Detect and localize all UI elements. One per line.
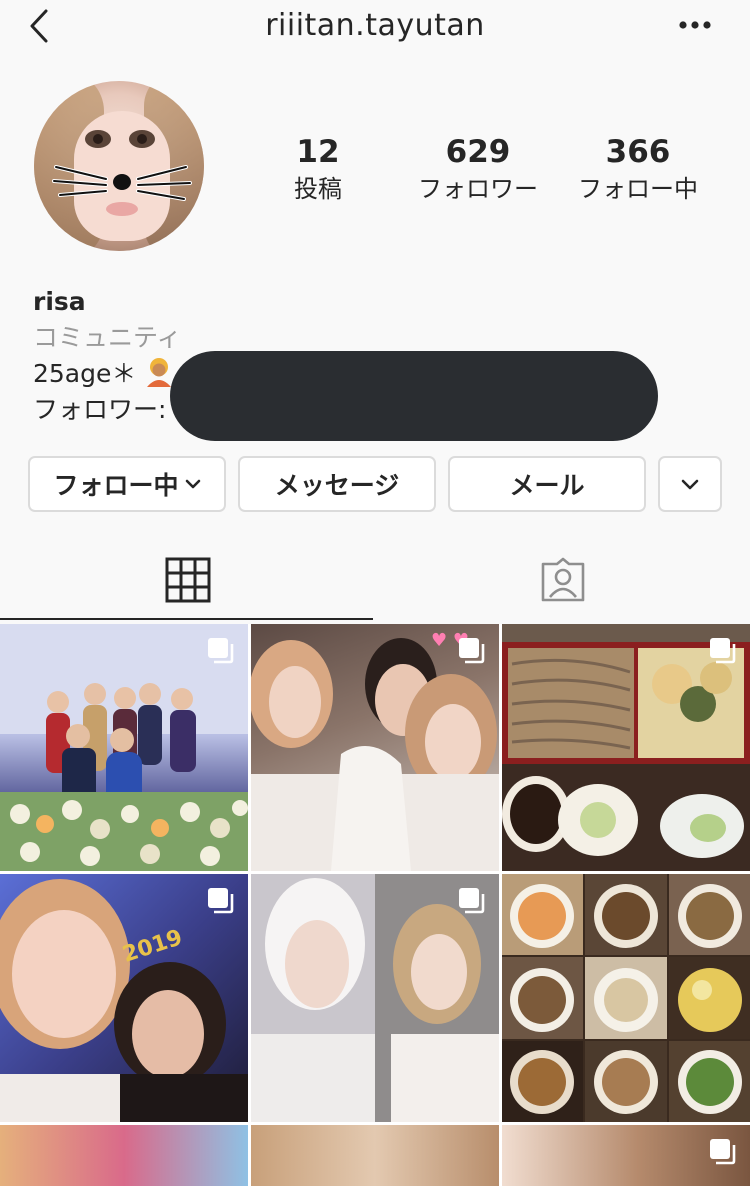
message-button-label: メッセージ bbox=[274, 471, 400, 500]
bio-followers-prefix: フォロワー: bbox=[33, 395, 167, 424]
multiple-photos-icon bbox=[208, 888, 234, 914]
email-button[interactable]: メール bbox=[448, 456, 646, 512]
profile-tabs bbox=[0, 540, 750, 620]
chevron-down-icon bbox=[681, 479, 699, 489]
profile-username-title: riiitan.tayutan bbox=[265, 8, 485, 43]
message-button[interactable]: メッセージ bbox=[238, 456, 436, 512]
post-partial-3[interactable] bbox=[502, 1125, 750, 1186]
chevron-down-icon bbox=[185, 479, 200, 489]
person-emoji bbox=[147, 358, 172, 387]
stat-posts[interactable]: 12 投稿 bbox=[238, 132, 398, 206]
multiple-photos-icon bbox=[208, 638, 234, 664]
post-wedding-group[interactable] bbox=[0, 624, 248, 871]
tab-tagged[interactable] bbox=[375, 540, 750, 620]
multiple-photos-icon bbox=[459, 638, 485, 664]
post-grid: ♥ ♥ 2019 bbox=[0, 624, 750, 1186]
stat-following-count: 366 bbox=[605, 134, 671, 170]
profile-avatar[interactable] bbox=[34, 81, 204, 251]
post-new-year-selfie[interactable]: 2019 bbox=[0, 874, 248, 1122]
stat-followers[interactable]: 629 フォロワー bbox=[398, 132, 558, 206]
stat-followers-count: 629 bbox=[445, 134, 511, 170]
post-partial-2[interactable] bbox=[251, 1125, 499, 1186]
multiple-photos-icon bbox=[710, 1139, 736, 1165]
stat-following[interactable]: 366 フォロー中 bbox=[558, 132, 718, 206]
multiple-photos-icon bbox=[710, 638, 736, 664]
redaction-overlay bbox=[170, 351, 658, 441]
grid-icon bbox=[165, 557, 210, 603]
tab-grid[interactable] bbox=[0, 540, 375, 620]
bio-line-1: 25age＊ bbox=[33, 356, 182, 392]
following-button[interactable]: フォロー中 bbox=[28, 456, 226, 512]
suggested-accounts-dropdown-button[interactable] bbox=[658, 456, 722, 512]
stat-followers-label: フォロワー bbox=[418, 175, 538, 203]
post-ramen-collage-image bbox=[502, 874, 750, 1122]
tagged-person-icon bbox=[541, 557, 584, 602]
post-partial-1[interactable] bbox=[0, 1125, 248, 1186]
profile-display-name: risa bbox=[33, 287, 86, 316]
bio-age-text: 25age＊ bbox=[33, 359, 137, 388]
top-bar: riiitan.tayutan bbox=[0, 0, 750, 56]
stat-posts-count: 12 bbox=[296, 134, 340, 170]
multiple-photos-icon bbox=[459, 888, 485, 914]
active-tab-indicator bbox=[0, 618, 373, 620]
more-horizontal-icon[interactable] bbox=[678, 18, 712, 32]
stat-posts-label: 投稿 bbox=[294, 175, 342, 203]
profile-bio: risa コミュニティ 25age＊ フォロワー: bbox=[33, 284, 182, 428]
avatar-cat-filter bbox=[52, 130, 192, 216]
stat-following-label: フォロー中 bbox=[578, 175, 698, 203]
post-soba-tempura[interactable] bbox=[502, 624, 750, 871]
post-ramen-collage[interactable] bbox=[502, 874, 750, 1122]
following-button-label: フォロー中 bbox=[53, 471, 179, 500]
email-button-label: メール bbox=[509, 471, 585, 500]
profile-category: コミュニティ bbox=[33, 323, 182, 352]
post-couple-selfie[interactable]: ♥ ♥ bbox=[251, 624, 499, 871]
post-friends-story[interactable] bbox=[251, 874, 499, 1122]
bio-line-2: フォロワー: bbox=[33, 392, 182, 428]
